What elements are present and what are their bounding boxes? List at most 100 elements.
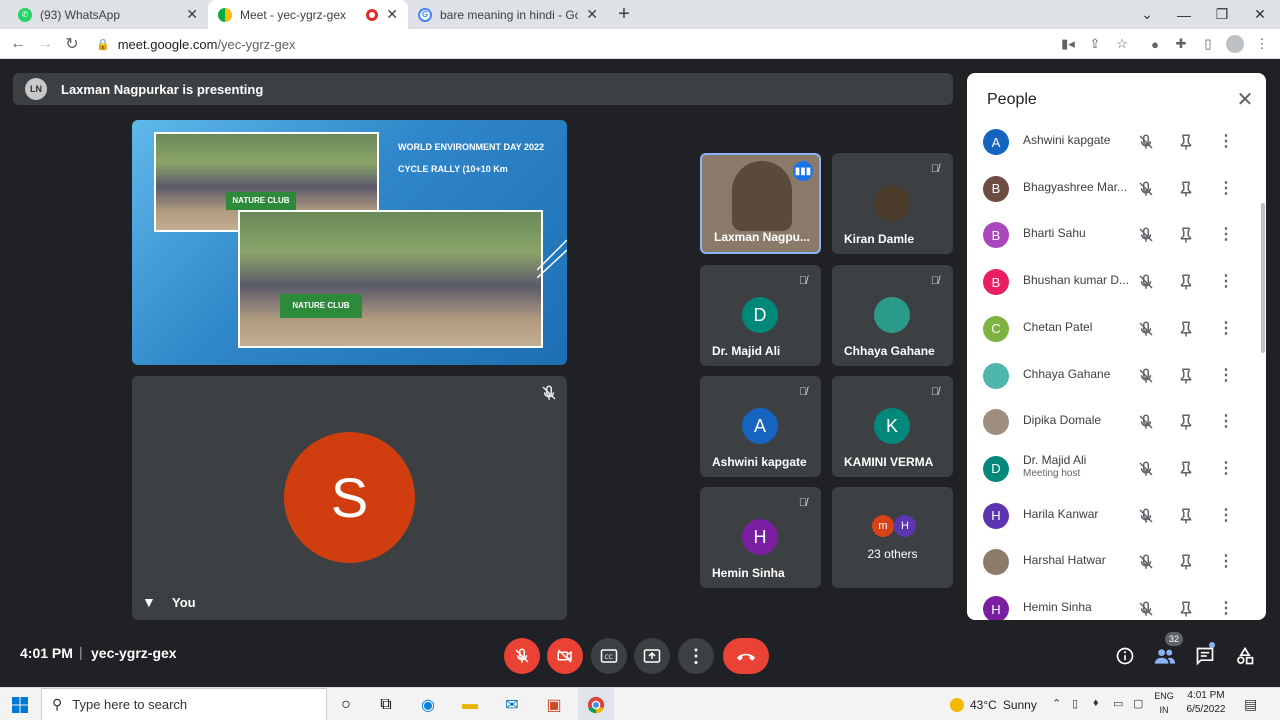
more-options-icon[interactable]: ⋮ (678, 638, 714, 674)
chat-icon[interactable] (1191, 642, 1219, 670)
back-button[interactable]: ← (5, 29, 31, 59)
mic-off-icon[interactable] (1137, 413, 1155, 431)
tab-search-chevron-icon[interactable]: ⌄ (1128, 0, 1166, 29)
pin-icon[interactable] (1178, 273, 1194, 291)
leave-call-button[interactable] (723, 638, 769, 674)
maximize-button[interactable]: ❐ (1203, 0, 1241, 29)
language-indicator[interactable]: ENG IN (1150, 689, 1178, 717)
task-view-icon[interactable]: ⧉ (368, 688, 404, 720)
edge-icon[interactable]: ◉ (410, 688, 446, 720)
powerpoint-icon[interactable]: ▣ (536, 688, 572, 720)
activities-icon[interactable] (1231, 642, 1259, 670)
close-tab-icon[interactable]: ✕ (386, 6, 398, 23)
participant-tile[interactable]: 🎙̸ D Dr. Majid Ali (700, 265, 821, 366)
more-options-icon[interactable]: ⋮ (1218, 412, 1234, 432)
presentation-slide[interactable]: NATURE CLUB NATURE CLUB WORLD ENVIRONMEN… (132, 120, 567, 365)
network-icon[interactable]: ▢ (1133, 697, 1143, 710)
pin-icon[interactable] (1178, 553, 1194, 571)
close-window-button[interactable]: ✕ (1241, 0, 1279, 29)
mic-off-icon[interactable] (1137, 133, 1155, 151)
share-icon[interactable]: ⇪ (1082, 29, 1108, 59)
taskbar-clock[interactable]: 4:01 PM 6/5/2022 (1176, 689, 1236, 717)
sidebar-icon[interactable]: ▯ (1195, 29, 1221, 59)
pin-icon[interactable]: ▼ (142, 594, 156, 610)
minimize-button[interactable]: — (1165, 0, 1203, 29)
file-explorer-icon[interactable]: ▬ (452, 688, 488, 720)
captions-button[interactable]: CC (591, 638, 627, 674)
people-list-item[interactable]: H Harila Kanwar ⋮ (967, 493, 1266, 539)
url-bar[interactable]: 🔒 meet.google.com/yec-ygrz-gex (88, 32, 1143, 56)
people-list-item[interactable]: B Bhagyashree Mar... ⋮ (967, 166, 1266, 212)
mic-off-icon[interactable] (1137, 367, 1155, 385)
close-tab-icon[interactable]: ✕ (586, 6, 598, 23)
more-options-icon[interactable]: ⋮ (1218, 272, 1234, 292)
browser-menu-icon[interactable]: ⋮ (1249, 29, 1275, 59)
pin-icon[interactable] (1178, 320, 1194, 338)
participant-tile[interactable]: ▮▮▮ Laxman Nagpu... (700, 153, 821, 254)
more-options-icon[interactable]: ⋮ (1218, 599, 1234, 619)
lock-icon[interactable]: 🔒 (96, 38, 110, 51)
people-list-item[interactable]: H Hemin Sinha ⋮ (967, 586, 1266, 620)
profile-avatar[interactable] (1222, 29, 1248, 59)
mic-off-icon[interactable] (1137, 180, 1155, 198)
mic-off-icon[interactable] (1137, 507, 1155, 525)
battery-icon[interactable]: ▭ (1113, 697, 1123, 710)
panel-scrollbar[interactable] (1261, 203, 1265, 353)
mic-off-icon[interactable] (1137, 553, 1155, 571)
mic-off-icon[interactable] (1137, 460, 1155, 478)
more-options-icon[interactable]: ⋮ (1218, 366, 1234, 386)
cortana-icon[interactable]: ○ (328, 688, 364, 720)
weather-widget[interactable]: 43°C Sunny (950, 688, 1037, 720)
pin-icon[interactable] (1178, 507, 1194, 525)
people-list-item[interactable]: Dipika Domale ⋮ (967, 399, 1266, 445)
more-options-icon[interactable]: ⋮ (1218, 132, 1234, 152)
more-options-icon[interactable]: ⋮ (1218, 506, 1234, 526)
close-tab-icon[interactable]: ✕ (186, 6, 198, 23)
participant-tile[interactable]: 🎙̸ A Ashwini kapgate (700, 376, 821, 477)
more-options-icon[interactable]: ⋮ (1218, 552, 1234, 572)
tab-whatsapp[interactable]: ✆ (93) WhatsApp ✕ (8, 0, 208, 29)
more-options-icon[interactable]: ⋮ (1218, 459, 1234, 479)
participant-tile[interactable]: 🎙̸ Kiran Damle (832, 153, 953, 254)
extension-icon[interactable]: ● (1142, 29, 1168, 59)
notification-center-icon[interactable]: ▤ (1244, 696, 1257, 713)
taskbar-search-box[interactable]: ⚲ Type here to search (41, 688, 327, 720)
chrome-icon[interactable] (578, 688, 614, 720)
microphone-tray-icon[interactable]: ♦ (1093, 697, 1099, 709)
close-panel-icon[interactable]: ✕ (1235, 88, 1255, 111)
pin-icon[interactable] (1178, 600, 1194, 618)
participant-tile[interactable]: 🎙̸ H Hemin Sinha (700, 487, 821, 588)
more-options-icon[interactable]: ⋮ (1218, 179, 1234, 199)
people-icon[interactable] (1151, 642, 1179, 670)
pin-icon[interactable] (1178, 413, 1194, 431)
tab-google-search[interactable]: G bare meaning in hindi - Google S ✕ (408, 0, 608, 29)
people-list-item[interactable]: B Bhushan kumar D... ⋮ (967, 259, 1266, 305)
reload-button[interactable]: ↻ (59, 29, 85, 59)
mic-toggle-button[interactable] (504, 638, 540, 674)
people-list-item[interactable]: B Bharti Sahu ⋮ (967, 212, 1266, 258)
people-list-item[interactable]: D Dr. Majid Ali Meeting host ⋮ (967, 446, 1266, 492)
forward-button[interactable]: → (32, 29, 58, 59)
others-tile[interactable]: m H 23 others (832, 487, 953, 588)
pin-icon[interactable] (1178, 180, 1194, 198)
people-list-item[interactable]: A Ashwini kapgate ⋮ (967, 119, 1266, 165)
mail-icon[interactable]: ✉ (494, 688, 530, 720)
camera-toggle-button[interactable] (547, 638, 583, 674)
pin-icon[interactable] (1178, 367, 1194, 385)
camera-icon[interactable]: ▮◂ (1055, 29, 1081, 59)
self-video-tile[interactable]: S ▼ You (132, 376, 567, 620)
windows-start-icon[interactable] (2, 688, 38, 720)
participant-tile[interactable]: 🎙̸ Chhaya Gahane (832, 265, 953, 366)
mic-off-icon[interactable] (1137, 226, 1155, 244)
people-list-item[interactable]: C Chetan Patel ⋮ (967, 306, 1266, 352)
tab-meet[interactable]: Meet - yec-ygrz-gex ✕ (208, 0, 408, 29)
people-list-item[interactable]: Harshal Hatwar ⋮ (967, 539, 1266, 585)
mic-off-icon[interactable] (1137, 600, 1155, 618)
tray-app-icon[interactable]: ▯ (1072, 697, 1078, 710)
puzzle-icon[interactable]: ✚ (1168, 29, 1194, 59)
tray-chevron-icon[interactable]: ⌃ (1052, 697, 1061, 710)
pin-icon[interactable] (1178, 226, 1194, 244)
bookmark-star-icon[interactable]: ☆ (1109, 29, 1135, 59)
mic-off-icon[interactable] (1137, 320, 1155, 338)
new-tab-button[interactable]: + (614, 4, 634, 24)
